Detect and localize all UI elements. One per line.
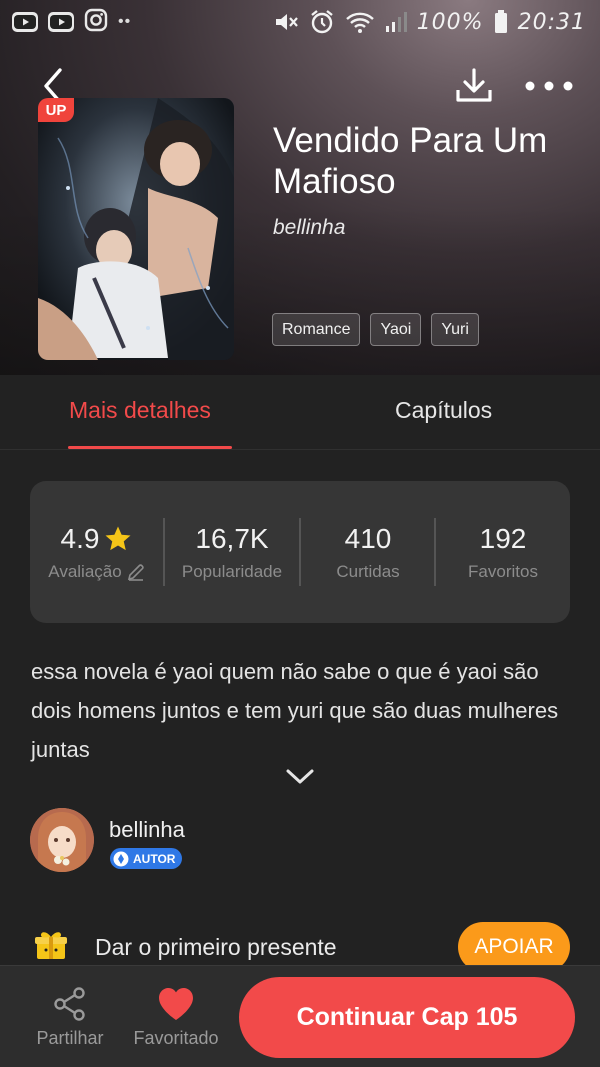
author-name: bellinha <box>109 817 185 842</box>
download-button[interactable] <box>454 66 494 106</box>
rating-value: 4.9 <box>60 523 100 554</box>
expand-synopsis-button[interactable] <box>284 766 316 788</box>
book-title: Vendido Para Um Mafioso <box>273 121 548 201</box>
pencil-icon <box>127 564 144 581</box>
avatar[interactable] <box>30 808 94 872</box>
more-options-button[interactable] <box>524 72 574 100</box>
popularity-label: Popularidade <box>181 562 283 581</box>
tag-romance[interactable]: Romance <box>272 313 361 346</box>
star-icon <box>105 526 131 551</box>
alarm-icon <box>309 9 335 35</box>
share-icon <box>54 987 85 1021</box>
tag-yaoi[interactable]: Yaoi <box>370 313 422 346</box>
wifi-icon <box>345 10 375 34</box>
share-label: Partilhar <box>36 1028 104 1048</box>
pen-nib-icon <box>113 851 129 866</box>
favorites-label: Favoritos <box>468 562 538 581</box>
stat-favorites: 192 Favoritos <box>436 481 570 623</box>
stat-likes: 410 Curtidas <box>301 481 435 623</box>
likes-label: Curtidas <box>336 562 400 581</box>
mute-icon <box>273 10 299 34</box>
tag-yuri[interactable]: Yuri <box>431 313 479 346</box>
active-tab-indicator <box>68 446 232 449</box>
update-badge: UP <box>38 98 74 122</box>
download-icon <box>456 68 492 102</box>
stat-rating[interactable]: 4.9 Avaliação <box>30 481 164 623</box>
cover-illustration <box>38 98 234 360</box>
bottom-action-bar: Partilhar Favoritado Continuar Cap 105 <box>0 965 600 1067</box>
author-card[interactable]: bellinha AUTOR <box>30 808 330 874</box>
share-button[interactable]: Partilhar <box>28 966 112 1067</box>
favorite-button[interactable]: Favoritado <box>126 966 226 1067</box>
tab-capitulos[interactable]: Capítulos <box>395 397 492 424</box>
rating-label: Avaliação <box>48 562 122 581</box>
avatar-illustration <box>30 808 94 872</box>
status-left: •• <box>12 8 131 37</box>
favorite-label: Favoritado <box>133 1028 219 1048</box>
signal-icon <box>385 10 407 34</box>
status-right: 100% 20:31 <box>273 9 586 35</box>
detail-tabs: Mais detalhes Capítulos <box>0 375 600 450</box>
favorites-value: 192 <box>479 523 527 554</box>
gift-icon <box>35 932 67 959</box>
stat-popularity: 16,7K Popularidade <box>165 481 299 623</box>
continue-reading-button[interactable]: Continuar Cap 105 <box>239 977 575 1058</box>
book-cover[interactable] <box>38 98 234 360</box>
more-notifications-icon: •• <box>118 13 132 30</box>
author-badge-label: AUTOR <box>133 851 176 866</box>
tab-mais-detalhes[interactable]: Mais detalhes <box>69 397 211 424</box>
battery-icon <box>494 10 508 34</box>
book-author[interactable]: bellinha <box>273 216 345 240</box>
gift-prompt: Dar o primeiro presente <box>95 934 337 960</box>
youtube-icon <box>48 12 74 32</box>
more-dots-icon <box>525 81 573 91</box>
clock: 20:31 <box>517 9 586 35</box>
genre-tags: Romance Yaoi Yuri <box>272 313 479 346</box>
synopsis-text: essa novela é yaoi quem não sabe o que é… <box>31 659 559 762</box>
popularity-value: 16,7K <box>195 523 269 554</box>
status-bar: •• 100% 20:31 <box>0 0 600 44</box>
youtube-icon <box>12 12 38 32</box>
heart-icon <box>159 988 193 1020</box>
stats-card: 4.9 Avaliação 16,7K Popularidade 410 Cur… <box>30 481 570 623</box>
instagram-icon <box>84 8 108 37</box>
likes-value: 410 <box>344 523 392 554</box>
author-badge: AUTOR <box>110 848 183 869</box>
chevron-down-icon <box>286 769 314 784</box>
battery-percentage: 100% <box>416 9 484 35</box>
